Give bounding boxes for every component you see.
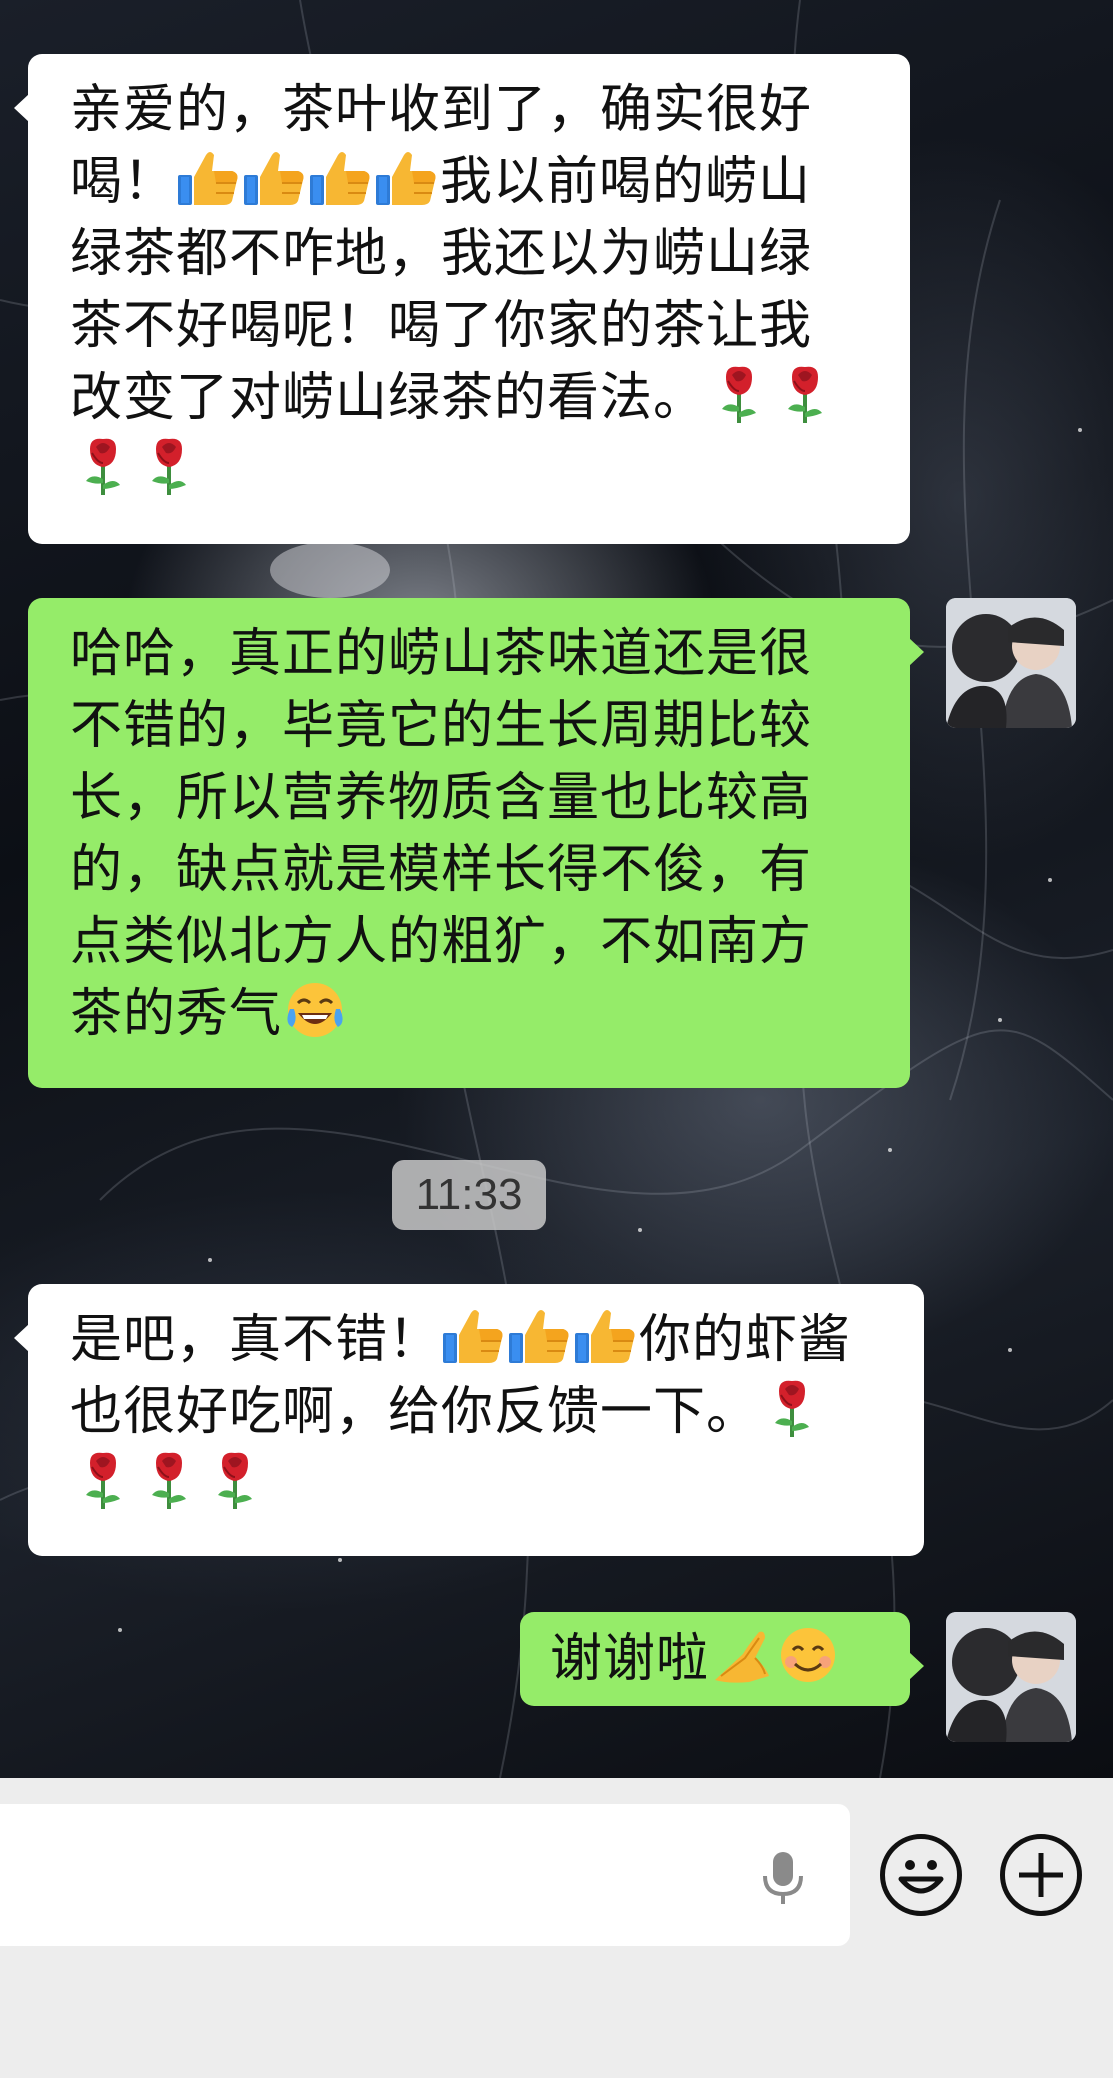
rose-icon — [706, 363, 772, 425]
message-line: 改变了对崂山绿茶的看法。 — [70, 362, 870, 434]
sent-message-bubble[interactable]: 哈哈，真正的崂山茶味道还是很 不错的，毕竟它的生长周期比较 长，所以营养物质含量… — [28, 598, 924, 1088]
smiley-icon — [898, 1860, 944, 1894]
thumbs-up-icon — [242, 147, 308, 209]
message-text: 我以前喝的崂山 — [440, 152, 812, 212]
sent-message-bubble[interactable]: 谢谢啦 — [520, 1612, 924, 1706]
praying-hands-icon — [709, 1624, 775, 1686]
thumbs-up-icon — [308, 147, 374, 209]
avatar-image — [946, 598, 1076, 728]
received-message-bubble[interactable]: 是吧，真不错！ 你的虾酱 也很好吃啊，给你反馈一下。 — [14, 1284, 924, 1556]
message-line: 点类似北方人的粗犷，不如南方 — [70, 912, 813, 972]
message-line: 的，缺点就是模样长得不俊，有 — [70, 840, 813, 900]
message-line — [70, 434, 870, 506]
message-line — [70, 1448, 884, 1520]
avatar[interactable] — [946, 598, 1076, 728]
message-input[interactable] — [0, 1804, 850, 1946]
received-message-bubble[interactable]: 亲爱的，茶叶收到了，确实很好 喝！ 我以前喝的崂山 绿茶都不咋地，我还以为崂山绿 … — [14, 54, 910, 544]
thumbs-up-icon — [573, 1305, 639, 1367]
message-text: 改变了对崂山绿茶的看法。 — [70, 368, 707, 428]
message-line: 喝！ 我以前喝的崂山 — [70, 146, 870, 218]
plus-icon — [1019, 1853, 1063, 1897]
message-line: 亲爱的，茶叶收到了，确实很好 — [70, 80, 813, 140]
message-text: 喝！ — [70, 152, 177, 212]
chat-input-bar — [0, 1778, 1113, 2078]
rose-icon — [136, 435, 202, 497]
rose-icon — [772, 363, 838, 425]
message-text: 也很好吃啊，给你反馈一下。 — [70, 1382, 760, 1442]
message-line: 长，所以营养物质含量也比较高 — [70, 768, 813, 828]
rose-icon — [70, 1449, 136, 1511]
avatar-image — [946, 1612, 1076, 1742]
thumbs-up-icon — [441, 1305, 507, 1367]
message-line: 绿茶都不咋地，我还以为崂山绿 — [70, 224, 813, 284]
rose-icon — [202, 1449, 268, 1511]
message-line: 是吧，真不错！ 你的虾酱 — [70, 1304, 884, 1376]
message-line: 茶的秀气 — [70, 978, 870, 1050]
thumbs-up-icon — [374, 147, 440, 209]
laugh-cry-icon — [282, 979, 348, 1041]
more-button[interactable] — [1000, 1834, 1082, 1916]
message-text: 你的虾酱 — [639, 1310, 852, 1370]
message-line: 也很好吃啊，给你反馈一下。 — [70, 1376, 884, 1448]
message-text: 是吧，真不错！ — [70, 1310, 442, 1370]
microphone-icon[interactable] — [756, 1848, 810, 1908]
avatar[interactable] — [946, 1612, 1076, 1742]
thumbs-up-icon — [176, 147, 242, 209]
message-line: 哈哈，真正的崂山茶味道还是很 — [70, 624, 813, 684]
rose-icon — [136, 1449, 202, 1511]
message-line: 茶不好喝呢！喝了你家的茶让我 — [70, 296, 813, 356]
message-text: 茶的秀气 — [70, 984, 283, 1044]
emoji-button[interactable] — [880, 1834, 962, 1916]
message-text: 谢谢啦 — [550, 1629, 710, 1689]
smiling-face-icon — [775, 1624, 841, 1686]
thumbs-up-icon — [507, 1305, 573, 1367]
rose-icon — [70, 435, 136, 497]
message-line: 不错的，毕竟它的生长周期比较 — [70, 696, 813, 756]
rose-icon — [759, 1377, 825, 1439]
timestamp: 11:33 — [392, 1160, 546, 1230]
